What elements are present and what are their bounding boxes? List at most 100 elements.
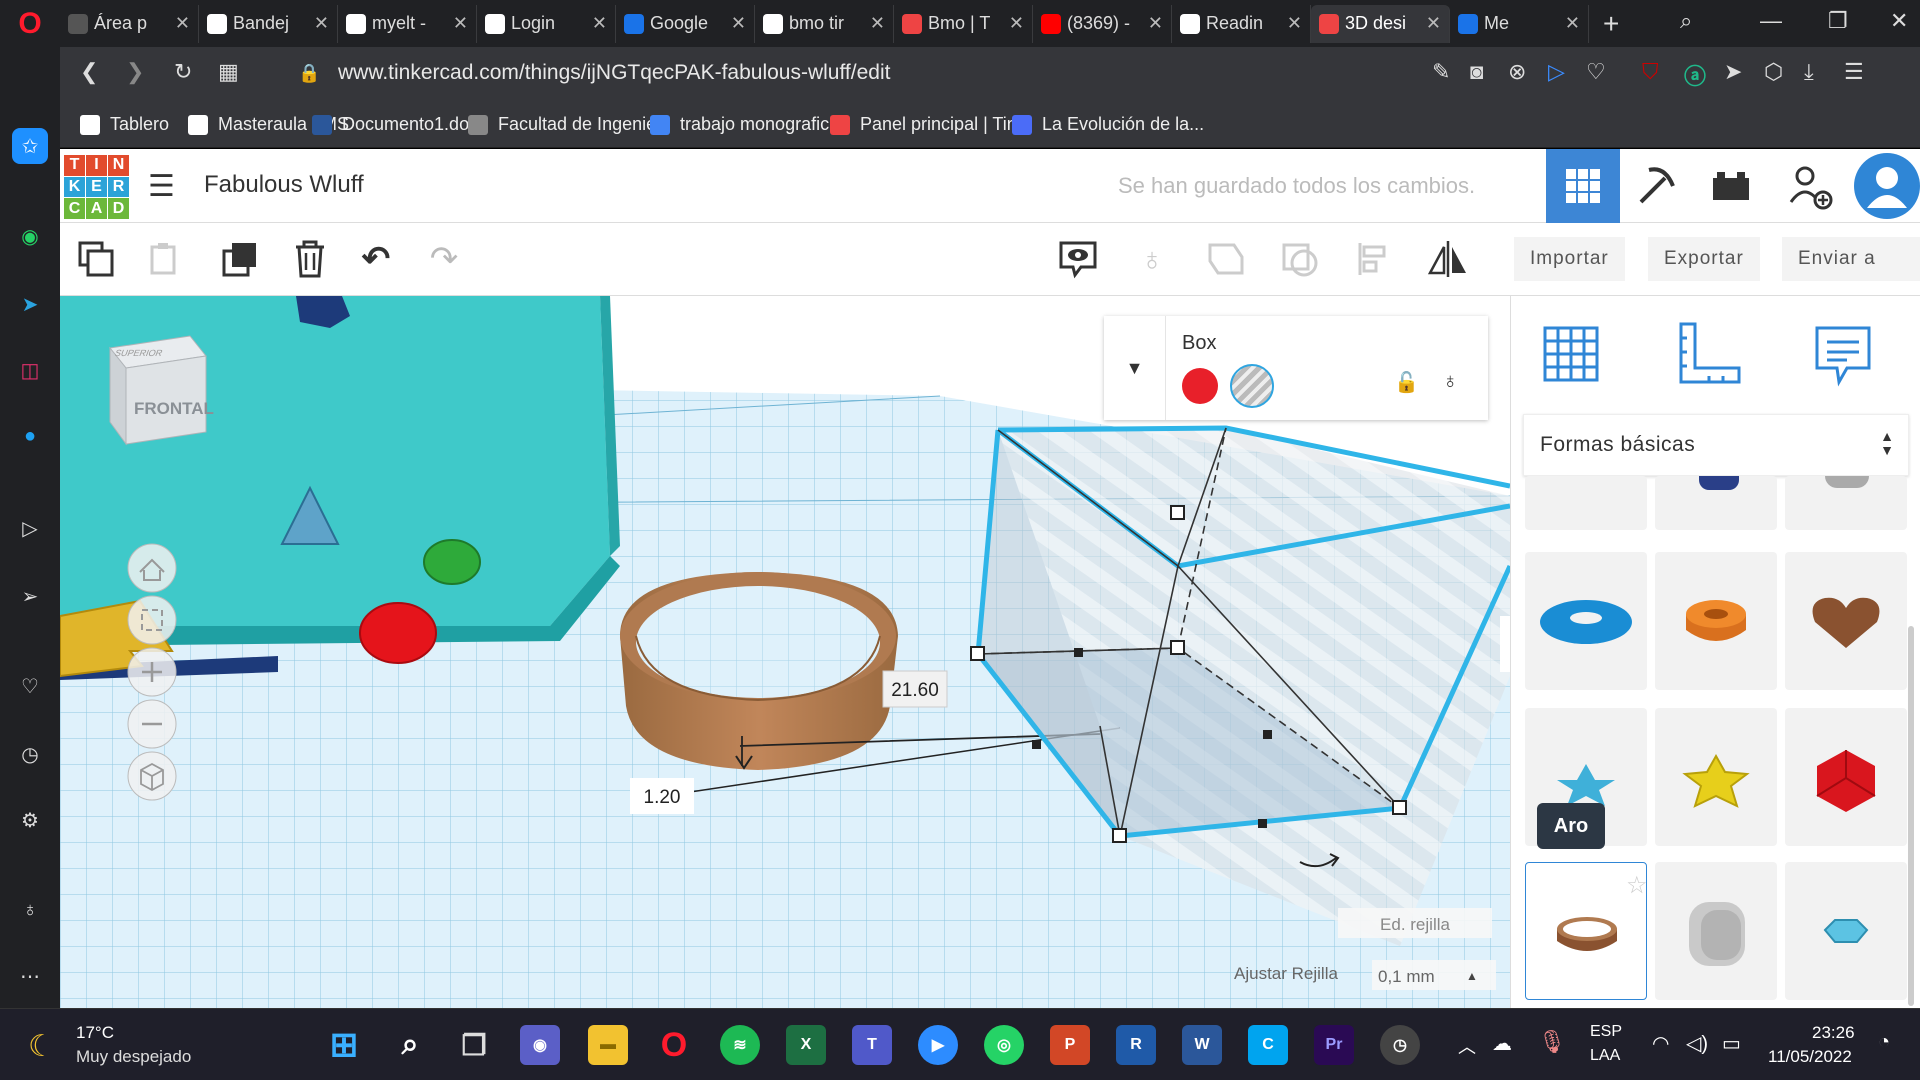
tab-close-icon[interactable]: ✕ <box>1009 13 1024 34</box>
shape-rounded-box[interactable] <box>1655 862 1777 1000</box>
powerpoint-icon[interactable]: P <box>1050 1025 1090 1065</box>
notifications-icon[interactable]: ◔ <box>1878 1031 1890 1054</box>
extension-a-icon[interactable]: ⓐ <box>1684 59 1706 91</box>
wifi-icon[interactable]: ◠ <box>1652 1031 1669 1056</box>
telegram-icon[interactable]: ➤ <box>12 286 48 322</box>
tinkercad-logo[interactable]: TIN KER CAD <box>64 155 130 219</box>
dimension-width-label[interactable]: 21.60 <box>882 670 948 708</box>
redo-icon[interactable]: ↷ <box>422 237 466 281</box>
minimize-icon[interactable]: — <box>1760 8 1782 34</box>
panel-scrollbar[interactable] <box>1908 626 1914 1006</box>
red-circle[interactable] <box>359 602 437 664</box>
revit-icon[interactable]: R <box>1116 1025 1156 1065</box>
chevron-up-icon[interactable]: ︿ <box>1458 1033 1476 1059</box>
search-icon[interactable]: ⌕ <box>390 1025 430 1065</box>
add-user-button[interactable] <box>1772 149 1846 223</box>
tab-close-icon[interactable]: ✕ <box>453 13 468 34</box>
keyboard-layout-label[interactable]: LAA <box>1590 1047 1620 1065</box>
paste-button[interactable] <box>142 237 186 281</box>
twitter-icon[interactable]: ● <box>12 418 48 454</box>
shape-icosahedron[interactable] <box>1785 708 1907 846</box>
undo-icon[interactable]: ↶ <box>354 237 398 281</box>
file-explorer-icon[interactable]: ▬ <box>588 1025 628 1065</box>
import-button[interactable]: Importar <box>1514 237 1625 281</box>
tab-5[interactable]: bmo tir ✕ <box>755 4 894 43</box>
battery-icon[interactable]: ▭ <box>1722 1031 1741 1056</box>
clock-date[interactable]: 11/05/2022 <box>1768 1047 1852 1067</box>
teams-icon[interactable]: T <box>852 1025 892 1065</box>
send-icon[interactable]: ▷ <box>1548 59 1565 85</box>
instagram-icon[interactable]: ◫ <box>12 352 48 388</box>
tab-7[interactable]: (8369) - ✕ <box>1033 4 1172 43</box>
tab-close-icon[interactable]: ✕ <box>1287 13 1302 34</box>
spotify-icon[interactable]: ≋ <box>720 1025 760 1065</box>
duplicate-button[interactable] <box>218 237 262 281</box>
shape-tile-partial[interactable] <box>1785 476 1907 530</box>
tab-3[interactable]: Login ✕ <box>477 4 616 43</box>
volume-icon[interactable]: ◁) <box>1686 1031 1708 1056</box>
opera-icon[interactable]: O <box>654 1025 694 1065</box>
workplane[interactable]: SUPERIOR FRONTAL 21.60 1.20 Ed. rejilla … <box>60 296 1510 1008</box>
onedrive-icon[interactable]: ☁ <box>1492 1031 1512 1056</box>
restore-icon[interactable]: ❐ <box>1828 8 1848 34</box>
align-button[interactable] <box>1352 237 1396 281</box>
workplane-tool[interactable] <box>1535 318 1607 390</box>
zoom-in-button[interactable] <box>127 647 177 697</box>
home-view-button[interactable] <box>127 543 177 593</box>
group-button[interactable] <box>1204 237 1248 281</box>
inspector-collapse-icon[interactable]: ▼ <box>1104 316 1166 420</box>
mirror-button[interactable] <box>1426 237 1470 281</box>
shape-tile-partial[interactable] <box>1525 476 1647 530</box>
microphone-icon[interactable]: 🎙 <box>1538 1029 1566 1055</box>
perspective-button[interactable] <box>127 751 177 801</box>
word-icon[interactable]: W <box>1182 1025 1222 1065</box>
menu-icon[interactable]: ☰ <box>1844 59 1864 85</box>
more-icon[interactable]: ⋯ <box>12 958 48 994</box>
shape-star-yellow[interactable] <box>1655 708 1777 846</box>
grid-edit-button[interactable]: Ed. rejilla <box>1338 908 1492 938</box>
language-label[interactable]: ESP <box>1590 1023 1622 1041</box>
tab-close-icon[interactable]: ✕ <box>1148 13 1163 34</box>
design-list-icon[interactable]: ☰ <box>148 169 175 204</box>
tab-close-icon[interactable]: ✕ <box>731 13 746 34</box>
task-view-icon[interactable]: ❐ <box>454 1025 494 1065</box>
lightbulb-icon[interactable]: ♁ <box>1130 237 1174 281</box>
download-icon[interactable]: ⤓ <box>1804 59 1814 85</box>
cursor-icon[interactable]: ➤ <box>1724 59 1742 85</box>
tab-close-icon[interactable]: ✕ <box>175 13 190 34</box>
url-field[interactable]: www.tinkercad.com/things/ijNGTqecPAK-fab… <box>338 61 890 85</box>
hole-button[interactable] <box>1230 364 1274 408</box>
search-tabs-icon[interactable]: ⌕ <box>1680 8 1692 34</box>
weather-widget[interactable]: ☾ 17°C Muy despejado <box>28 1023 228 1069</box>
avatar[interactable] <box>1850 149 1920 223</box>
visibility-bulb-icon[interactable]: ♁ <box>1442 368 1459 394</box>
tab-close-icon[interactable]: ✕ <box>870 13 885 34</box>
tab-8[interactable]: Readin ✕ <box>1172 4 1311 43</box>
shape-gem[interactable] <box>1785 862 1907 1000</box>
edit-icon[interactable]: ✎ <box>1432 59 1450 85</box>
green-circle[interactable] <box>423 539 481 585</box>
heart-icon[interactable]: ♡ <box>1586 59 1606 85</box>
fit-view-button[interactable] <box>127 595 177 645</box>
forward-icon[interactable]: ❯ <box>126 59 144 85</box>
new-tab-button[interactable]: + <box>1603 8 1619 40</box>
ring-shape[interactable] <box>620 572 898 770</box>
tab-1[interactable]: Bandej ✕ <box>199 4 338 43</box>
design-title[interactable]: Fabulous Wluff <box>204 171 364 199</box>
whatsapp-icon[interactable]: ◉ <box>12 218 48 254</box>
blocks-button[interactable] <box>1620 149 1694 223</box>
shape-tile-partial[interactable] <box>1655 476 1777 530</box>
whatsapp-taskbar-icon[interactable]: ◎ <box>984 1025 1024 1065</box>
tab-2[interactable]: myelt - ✕ <box>338 4 477 43</box>
close-window-icon[interactable]: ✕ <box>1890 8 1908 34</box>
flow-icon[interactable]: ➢ <box>12 578 48 614</box>
bookmark-item[interactable]: Documento1.docx <box>312 114 487 135</box>
cube-icon[interactable]: ⬡ <box>1764 59 1783 85</box>
snap-grid-select[interactable]: 0,1 mm ▲ <box>1372 960 1496 990</box>
history-icon[interactable]: ◷ <box>12 736 48 772</box>
tips-icon[interactable]: ♁ <box>12 892 48 928</box>
back-icon[interactable]: ❮ <box>80 59 98 85</box>
shape-torus[interactable] <box>1525 552 1647 690</box>
reload-icon[interactable]: ↻ <box>174 59 192 85</box>
bookmark-item[interactable]: Panel principal | Tin... <box>830 114 1032 135</box>
